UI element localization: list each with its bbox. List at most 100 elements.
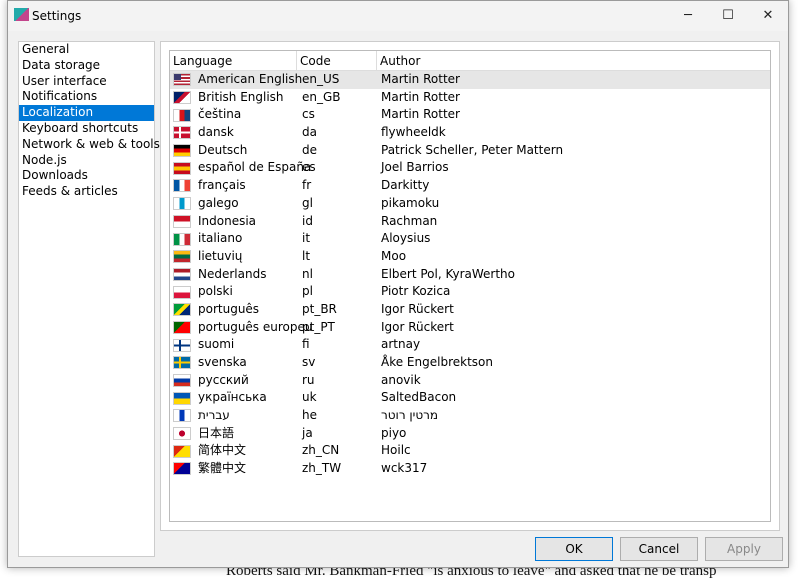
cancel-button[interactable]: Cancel xyxy=(620,537,698,561)
column-header-language[interactable]: Language xyxy=(170,51,297,70)
language-name: português europeu xyxy=(198,319,313,334)
table-row[interactable]: français fr Darkitty xyxy=(170,177,770,195)
code-cell: fi xyxy=(302,337,310,352)
window-title: Settings xyxy=(32,9,82,23)
language-name: 简体中文 xyxy=(198,443,247,458)
sidebar-item-downloads[interactable]: Downloads xyxy=(19,168,154,184)
sidebar-item-data-storage[interactable]: Data storage xyxy=(19,58,154,74)
author-cell: Elbert Pol, KyraWertho xyxy=(381,266,515,281)
sidebar-item-user-interface[interactable]: User interface xyxy=(19,74,154,90)
apply-button[interactable]: Apply xyxy=(705,537,783,561)
flag-lt-icon xyxy=(173,250,191,264)
table-row[interactable]: polski pl Piotr Kozica xyxy=(170,283,770,301)
settings-category-list[interactable]: General Data storage User interface Notific… xyxy=(18,41,160,557)
language-name: español de España xyxy=(198,160,312,175)
language-name: 日本語 xyxy=(198,425,235,440)
flag-de-icon xyxy=(173,144,191,158)
localization-panel: Language Code Author American English en_… xyxy=(160,41,780,531)
author-cell: Igor Rückert xyxy=(381,301,454,316)
language-cell: русский xyxy=(170,372,299,390)
language-cell: 繁體中文 xyxy=(170,460,299,478)
code-cell: fr xyxy=(302,178,312,193)
code-cell: ru xyxy=(302,372,315,387)
column-header-code[interactable]: Code xyxy=(297,51,377,70)
flag-fi-icon xyxy=(173,338,191,352)
language-name: dansk xyxy=(198,125,234,140)
author-cell: artnay xyxy=(381,337,421,352)
sidebar-item-node-js[interactable]: Node.js xyxy=(19,153,154,169)
title-bar[interactable]: Settings ─ ☐ ✕ xyxy=(8,1,788,31)
sidebar-item-network-web-tools[interactable]: Network & web & tools xyxy=(19,137,160,153)
sidebar-item-feeds-articles[interactable]: Feeds & articles xyxy=(19,184,154,200)
language-name: Deutsch xyxy=(198,142,248,157)
table-row[interactable]: русский ru anovik xyxy=(170,372,770,390)
language-name: American English xyxy=(198,72,303,86)
table-row[interactable]: dansk da flywheeldk xyxy=(170,124,770,142)
sidebar-item-localization[interactable]: Localization xyxy=(19,105,154,121)
table-row[interactable]: American English en_US Martin Rotter xyxy=(170,71,770,89)
language-name: svenska xyxy=(198,355,247,369)
sidebar-item-general[interactable]: General xyxy=(19,42,154,58)
table-row[interactable]: português pt_BR Igor Rückert xyxy=(170,301,770,319)
flag-gl-icon xyxy=(173,197,191,211)
minimize-button[interactable]: ─ xyxy=(668,5,708,27)
table-row[interactable]: 繁體中文 zh_TW wck317 xyxy=(170,460,770,478)
flag-pt-icon xyxy=(173,320,191,334)
language-cell: svenska xyxy=(170,354,299,372)
sidebar-item-keyboard-shortcuts[interactable]: Keyboard shortcuts xyxy=(19,121,154,137)
table-row[interactable]: lietuvių lt Moo xyxy=(170,248,770,266)
author-cell: Moo xyxy=(381,248,407,263)
table-row[interactable]: čeština cs Martin Rotter xyxy=(170,106,770,124)
language-name: français xyxy=(198,178,246,193)
table-row[interactable]: Indonesia id Rachman xyxy=(170,213,770,231)
code-cell: he xyxy=(302,408,317,423)
code-cell: zh_CN xyxy=(302,443,340,458)
table-row[interactable]: Deutsch de Patrick Scheller, Peter Mattern xyxy=(170,142,770,160)
sidebar-item-notifications[interactable]: Notifications xyxy=(19,89,154,105)
table-row[interactable]: British English en_GB Martin Rotter xyxy=(170,89,770,107)
table-row[interactable]: 简体中文 zh_CN Hoilc xyxy=(170,442,770,460)
table-row[interactable]: Nederlands nl Elbert Pol, KyraWertho xyxy=(170,266,770,284)
language-cell: 日本語 xyxy=(170,425,299,443)
table-row[interactable]: українська uk SaltedBacon xyxy=(170,389,770,407)
author-cell: wck317 xyxy=(381,461,428,476)
table-row[interactable]: português europeu pt_PT Igor Rückert xyxy=(170,319,770,337)
flag-pl-icon xyxy=(173,285,191,299)
table-row[interactable]: español de España es Joel Barrios xyxy=(170,159,770,177)
author-cell: Piotr Kozica xyxy=(381,284,451,299)
language-cell: dansk xyxy=(170,124,299,142)
author-cell: flywheeldk xyxy=(381,125,446,140)
flag-jp-icon xyxy=(173,427,191,441)
table-row[interactable]: 日本語 ja piyo xyxy=(170,425,770,443)
column-header-author[interactable]: Author xyxy=(377,51,770,70)
code-cell: nl xyxy=(302,266,313,281)
close-button[interactable]: ✕ xyxy=(748,5,788,27)
language-cell: italiano xyxy=(170,230,299,248)
author-cell: anovik xyxy=(381,372,421,387)
code-cell: lt xyxy=(302,248,311,263)
table-row[interactable]: עברית he מרטין רוטר xyxy=(170,407,770,425)
language-cell: українська xyxy=(170,389,299,407)
language-name: português xyxy=(198,301,260,316)
language-cell: français xyxy=(170,177,299,195)
language-name: British English xyxy=(198,89,284,104)
table-row[interactable]: svenska sv Åke Engelbrektson xyxy=(170,354,770,372)
language-name: galego xyxy=(198,195,239,210)
maximize-button[interactable]: ☐ xyxy=(708,5,748,27)
author-cell: Martin Rotter xyxy=(381,72,460,86)
ok-button[interactable]: OK xyxy=(535,537,613,561)
language-name: čeština xyxy=(198,107,242,122)
flag-es-icon xyxy=(173,161,191,175)
language-table[interactable]: Language Code Author American English en_… xyxy=(169,50,771,522)
table-row[interactable]: galego gl pikamoku xyxy=(170,195,770,213)
table-row[interactable]: italiano it Aloysius xyxy=(170,230,770,248)
table-header: Language Code Author xyxy=(170,51,770,71)
table-row[interactable]: suomi fi artnay xyxy=(170,336,770,354)
code-cell: cs xyxy=(302,107,315,122)
author-cell: Joel Barrios xyxy=(381,160,449,175)
code-cell: ja xyxy=(302,425,313,440)
code-cell: en_US xyxy=(302,72,340,86)
language-cell: português europeu xyxy=(170,319,312,337)
code-cell: pt_BR xyxy=(302,301,337,316)
language-cell: עברית xyxy=(170,407,299,425)
